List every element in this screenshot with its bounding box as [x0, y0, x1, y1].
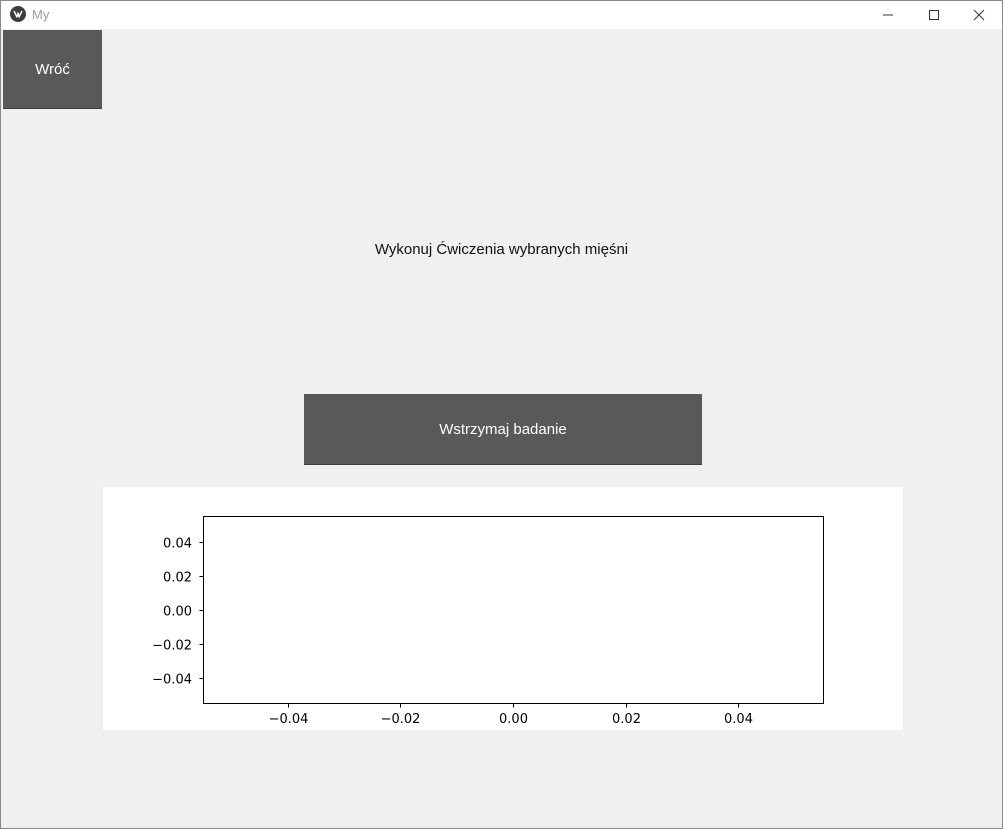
- minimize-button[interactable]: [865, 1, 911, 29]
- close-icon: [973, 9, 985, 21]
- y-tick-label: −0.02: [152, 639, 192, 654]
- x-tick-label: 0.02: [612, 712, 641, 727]
- y-tick-label: −0.04: [152, 673, 192, 688]
- x-tick-label: −0.04: [269, 712, 309, 727]
- y-tick-label: 0.00: [163, 605, 192, 620]
- maximize-button[interactable]: [911, 1, 957, 29]
- pause-study-button[interactable]: Wstrzymaj badanie: [304, 394, 702, 465]
- instruction-label: Wykonuj Ćwiczenia wybranych mięśni: [374, 241, 629, 258]
- kivy-app-icon: [10, 6, 26, 22]
- empty-plot: −0.04 −0.02 0.00 0.02 0.04 −0.04 −0.02 0.00 0.02…: [152, 516, 824, 727]
- x-tick-label: 0.00: [499, 712, 528, 727]
- x-tick-label: −0.02: [381, 712, 421, 727]
- plot-panel: −0.04 −0.02 0.00 0.02 0.04 −0.04 −0.02 0.00 0.02…: [103, 487, 903, 730]
- window-title: My: [32, 7, 50, 22]
- minimize-icon: [883, 14, 893, 16]
- title-bar[interactable]: My: [1, 1, 1002, 29]
- app-window: My Wróć Wykonuj Ćwiczenia wybranych mięś…: [0, 0, 1003, 829]
- plot-axes-frame: [203, 516, 824, 704]
- maximize-icon: [929, 10, 939, 20]
- back-button[interactable]: Wróć: [3, 30, 102, 109]
- y-tick-label: 0.02: [163, 571, 192, 586]
- y-tick-label: 0.04: [163, 537, 192, 552]
- close-button[interactable]: [956, 1, 1002, 29]
- x-tick-label: 0.04: [724, 712, 753, 727]
